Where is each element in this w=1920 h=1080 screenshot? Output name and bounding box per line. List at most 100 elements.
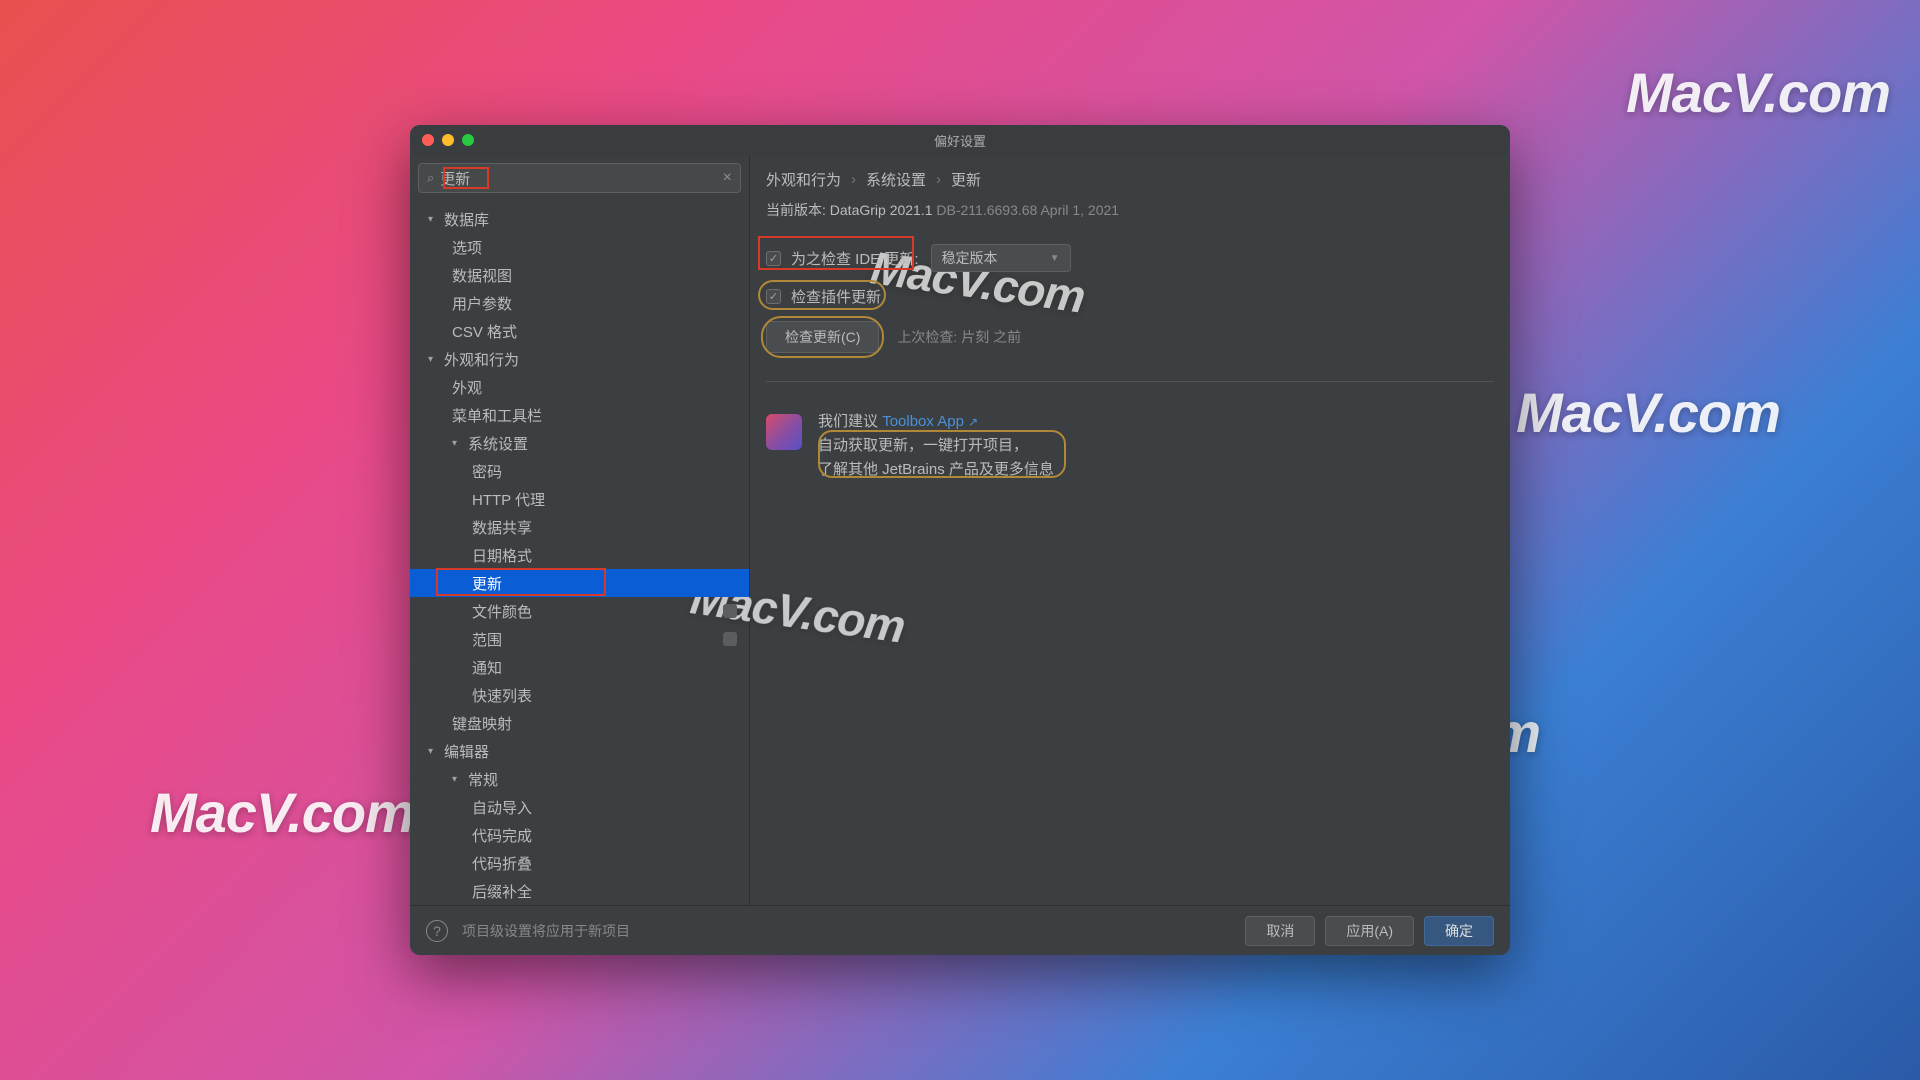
tree-label: 数据库: [444, 209, 489, 230]
maximize-icon[interactable]: [462, 134, 474, 146]
tree-item[interactable]: 选项: [410, 233, 749, 261]
divider: [766, 381, 1494, 382]
chevron-down-icon: ▾: [428, 746, 438, 757]
settings-content: 外观和行为 › 系统设置 › 更新 当前版本: DataGrip 2021.1 …: [750, 155, 1510, 905]
tree-item[interactable]: 代码折叠: [410, 849, 749, 877]
toolbox-link[interactable]: Toolbox App: [882, 413, 964, 430]
tree-item[interactable]: 日期格式: [410, 541, 749, 569]
close-icon[interactable]: [422, 134, 434, 146]
tree-label: 范围: [472, 629, 502, 650]
tree-item[interactable]: 范围: [410, 625, 749, 653]
highlight-ring: [818, 430, 1066, 478]
breadcrumb-item[interactable]: 系统设置: [866, 169, 926, 190]
tree-label: 密码: [472, 461, 502, 482]
tree-group-general[interactable]: ▾ 常规: [410, 765, 749, 793]
button-label: 确定: [1445, 921, 1473, 941]
highlight-ring: [758, 280, 886, 310]
footer: ? 项目级设置将应用于新项目 取消 应用(A) 确定: [410, 905, 1510, 955]
tree-label: HTTP 代理: [472, 489, 545, 510]
project-badge-icon: [723, 632, 737, 646]
tree-item-updates[interactable]: 更新: [410, 569, 749, 597]
tree-item[interactable]: 代码完成: [410, 821, 749, 849]
chevron-down-icon: ▾: [428, 354, 438, 365]
tree-label: 外观: [452, 377, 482, 398]
tree-label: 常规: [468, 769, 498, 790]
tree-label: 代码折叠: [472, 853, 532, 874]
settings-sidebar: ⌕ 更新 × ▾ 数据库 选项 数据视图 用户参数 CSV 格式 ▾外观和行为 外…: [410, 155, 750, 905]
clear-search-icon[interactable]: ×: [723, 169, 732, 187]
tree-group-editor[interactable]: ▾ 编辑器: [410, 737, 749, 765]
toolbox-promo: 我们建议 Toolbox App ↗ 自动获取更新，一键打开项目， 了解其他 J…: [766, 410, 1494, 482]
ok-button[interactable]: 确定: [1424, 916, 1494, 946]
chevron-right-icon: ›: [851, 171, 856, 188]
breadcrumb-item: 更新: [951, 169, 981, 190]
tree-item[interactable]: 键盘映射: [410, 709, 749, 737]
minimize-icon[interactable]: [442, 134, 454, 146]
toolbox-icon: [766, 414, 802, 450]
button-label: 应用(A): [1346, 921, 1393, 941]
watermark: MacV.com: [150, 780, 414, 845]
tree-group-system-settings[interactable]: ▾ 系统设置: [410, 429, 749, 457]
window-title: 偏好设置: [934, 131, 986, 150]
update-channel-select[interactable]: 稳定版本 ▼: [931, 244, 1071, 272]
tree-item[interactable]: 通知: [410, 653, 749, 681]
search-input[interactable]: ⌕ 更新 ×: [418, 163, 741, 193]
tree-group-database[interactable]: ▾ 数据库: [410, 205, 749, 233]
tree-label: 文件颜色: [472, 601, 532, 622]
chevron-down-icon: ▾: [452, 774, 462, 785]
tree-label: 用户参数: [452, 293, 512, 314]
tree-item[interactable]: CSV 格式: [410, 317, 749, 345]
search-icon: ⌕: [427, 170, 434, 186]
tree-label: 代码完成: [472, 825, 532, 846]
tree-item[interactable]: 后缀补全: [410, 877, 749, 905]
chevron-down-icon: ▼: [1050, 253, 1060, 264]
help-button[interactable]: ?: [426, 920, 448, 942]
tree-label: 系统设置: [468, 433, 528, 454]
breadcrumb: 外观和行为 › 系统设置 › 更新: [766, 169, 1494, 190]
tree-item[interactable]: 快速列表: [410, 681, 749, 709]
tree-label: 自动导入: [472, 797, 532, 818]
tree-label: 后缀补全: [472, 881, 532, 902]
tree-item[interactable]: HTTP 代理: [410, 485, 749, 513]
tree-item[interactable]: 文件颜色: [410, 597, 749, 625]
chevron-right-icon: ›: [936, 171, 941, 188]
tree-label: 日期格式: [472, 545, 532, 566]
tree-item[interactable]: 外观: [410, 373, 749, 401]
preferences-window: MacV.com MacV.com 偏好设置 ⌕ 更新 × ▾数据库 选项 数据…: [410, 125, 1510, 955]
chevron-down-icon: ▾: [452, 438, 462, 449]
tree-item[interactable]: 菜单和工具栏: [410, 401, 749, 429]
footer-note: 项目级设置将应用于新项目: [462, 921, 630, 941]
traffic-lights: [410, 134, 474, 146]
cancel-button[interactable]: 取消: [1245, 916, 1315, 946]
tree-label: 快速列表: [472, 685, 532, 706]
tree-group-appearance[interactable]: ▾外观和行为: [410, 345, 749, 373]
settings-tree[interactable]: ▾ 数据库 选项 数据视图 用户参数 CSV 格式 ▾外观和行为 外观 菜单和工具…: [410, 201, 749, 905]
chevron-down-icon: ▾: [428, 214, 438, 225]
project-badge-icon: [723, 604, 737, 618]
tree-label: 通知: [472, 657, 502, 678]
tree-item[interactable]: 数据共享: [410, 513, 749, 541]
watermark: MacV.com: [1516, 380, 1780, 445]
tree-item[interactable]: 密码: [410, 457, 749, 485]
highlight-box: [443, 167, 489, 189]
tree-item[interactable]: 用户参数: [410, 289, 749, 317]
titlebar: 偏好设置: [410, 125, 1510, 155]
tree-label: 选项: [452, 237, 482, 258]
tree-item[interactable]: 自动导入: [410, 793, 749, 821]
breadcrumb-item[interactable]: 外观和行为: [766, 169, 841, 190]
tree-label: 数据视图: [452, 265, 512, 286]
button-label: 取消: [1266, 921, 1294, 941]
tree-label: 数据共享: [472, 517, 532, 538]
tree-item[interactable]: 数据视图: [410, 261, 749, 289]
highlight-box: [758, 236, 914, 270]
watermark: MacV.com: [1626, 60, 1890, 125]
highlight-box: [436, 568, 606, 596]
promo-lead: 我们建议: [818, 413, 878, 430]
select-value: 稳定版本: [942, 248, 998, 268]
highlight-ring: [761, 316, 884, 358]
version-info: 当前版本: DataGrip 2021.1 DB-211.6693.68 Apr…: [766, 200, 1494, 220]
check-now-button[interactable]: 检查更新(C): [766, 321, 879, 353]
external-link-icon: ↗: [968, 415, 978, 429]
tree-label: 编辑器: [444, 741, 489, 762]
apply-button[interactable]: 应用(A): [1325, 916, 1414, 946]
